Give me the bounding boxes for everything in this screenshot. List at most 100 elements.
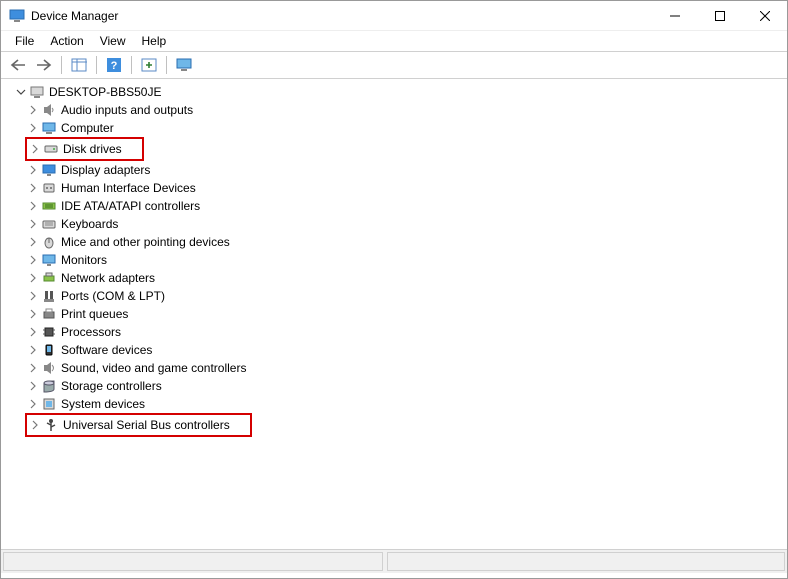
disk-icon <box>43 141 59 157</box>
chevron-right-icon[interactable] <box>25 396 41 412</box>
mouse-icon <box>41 234 57 250</box>
chevron-right-icon[interactable] <box>25 102 41 118</box>
menubar: File Action View Help <box>1 31 787 51</box>
tree-node[interactable]: Audio inputs and outputs <box>25 101 779 119</box>
monitor-icon <box>41 252 57 268</box>
menu-file[interactable]: File <box>7 32 42 50</box>
menu-view[interactable]: View <box>92 32 134 50</box>
speaker-icon <box>41 102 57 118</box>
svg-text:?: ? <box>111 60 118 72</box>
menu-help[interactable]: Help <box>134 32 175 50</box>
tree-node-label: Display adapters <box>61 163 150 177</box>
tree-node[interactable]: Storage controllers <box>25 377 779 395</box>
scan-hardware-button[interactable] <box>137 54 161 76</box>
tree-node-label: Computer <box>61 121 114 135</box>
window-controls <box>652 1 787 30</box>
tree-node[interactable]: Disk drives <box>27 139 122 159</box>
storage-icon <box>41 378 57 394</box>
chevron-right-icon[interactable] <box>25 234 41 250</box>
devmgr-icon <box>9 8 25 24</box>
usb-icon <box>43 417 59 433</box>
help-button[interactable]: ? <box>102 54 126 76</box>
computer-icon <box>41 120 57 136</box>
chevron-right-icon[interactable] <box>25 378 41 394</box>
tree-node[interactable]: Print queues <box>25 305 779 323</box>
tree-node-label: Ports (COM & LPT) <box>61 289 165 303</box>
tree-node[interactable]: IDE ATA/ATAPI controllers <box>25 197 779 215</box>
root-label: DESKTOP-BBS50JE <box>49 85 162 99</box>
device-tree[interactable]: DESKTOP-BBS50JE Audio inputs and outputs… <box>1 79 787 549</box>
sound-icon <box>41 360 57 376</box>
tree-node-label: Print queues <box>61 307 128 321</box>
tree-node[interactable]: Computer <box>25 119 779 137</box>
tree-node[interactable]: Sound, video and game controllers <box>25 359 779 377</box>
tree-node-label: Processors <box>61 325 121 339</box>
tree-node-label: Mice and other pointing devices <box>61 235 230 249</box>
toolbar-sep <box>61 56 62 74</box>
tree-node[interactable]: Display adapters <box>25 161 779 179</box>
port-icon <box>41 288 57 304</box>
tree-node[interactable]: Software devices <box>25 341 779 359</box>
chevron-right-icon[interactable] <box>25 324 41 340</box>
status-cell <box>3 552 383 571</box>
chevron-right-icon[interactable] <box>27 417 43 433</box>
chevron-right-icon[interactable] <box>25 120 41 136</box>
menu-action[interactable]: Action <box>42 32 91 50</box>
tree-node-label: Audio inputs and outputs <box>61 103 193 117</box>
titlebar: Device Manager <box>1 1 787 31</box>
tree-node[interactable]: Mice and other pointing devices <box>25 233 779 251</box>
printer-icon <box>41 306 57 322</box>
chevron-right-icon[interactable] <box>25 306 41 322</box>
maximize-button[interactable] <box>697 1 742 30</box>
close-button[interactable] <box>742 1 787 30</box>
tree-node-label: Software devices <box>61 343 152 357</box>
cpu-icon <box>41 324 57 340</box>
chevron-right-icon[interactable] <box>25 270 41 286</box>
tree-node[interactable]: Processors <box>25 323 779 341</box>
chevron-right-icon[interactable] <box>25 162 41 178</box>
chevron-right-icon[interactable] <box>25 288 41 304</box>
tree-node[interactable]: System devices <box>25 395 779 413</box>
statusbar <box>1 549 787 573</box>
tree-root-node[interactable]: DESKTOP-BBS50JE <box>5 83 779 101</box>
monitor-button[interactable] <box>172 54 196 76</box>
nav-back-button[interactable] <box>6 54 30 76</box>
tree-node-label: Storage controllers <box>61 379 162 393</box>
software-icon <box>41 342 57 358</box>
tree-node[interactable]: Ports (COM & LPT) <box>25 287 779 305</box>
tree-node-label: Keyboards <box>61 217 118 231</box>
nav-forward-button[interactable] <box>32 54 56 76</box>
show-hide-tree-button[interactable] <box>67 54 91 76</box>
minimize-button[interactable] <box>652 1 697 30</box>
system-icon <box>41 396 57 412</box>
tree-node[interactable]: Monitors <box>25 251 779 269</box>
hid-icon <box>41 180 57 196</box>
tree-node-label: Sound, video and game controllers <box>61 361 246 375</box>
chevron-right-icon[interactable] <box>25 360 41 376</box>
chevron-right-icon[interactable] <box>25 216 41 232</box>
display-icon <box>41 162 57 178</box>
chevron-right-icon[interactable] <box>25 342 41 358</box>
chevron-right-icon[interactable] <box>25 180 41 196</box>
tree-node[interactable]: Universal Serial Bus controllers <box>27 415 230 435</box>
network-icon <box>41 270 57 286</box>
tree-node-label: Human Interface Devices <box>61 181 196 195</box>
tree-node-label: Disk drives <box>63 142 122 156</box>
toolbar-sep <box>166 56 167 74</box>
chevron-down-icon[interactable] <box>13 84 29 100</box>
chevron-right-icon[interactable] <box>25 252 41 268</box>
chevron-right-icon[interactable] <box>27 141 43 157</box>
tree-node-label: IDE ATA/ATAPI controllers <box>61 199 200 213</box>
keyboard-icon <box>41 216 57 232</box>
toolbar-sep <box>96 56 97 74</box>
computer-icon <box>29 84 45 100</box>
toolbar: ? <box>1 51 787 79</box>
tree-node-label: Network adapters <box>61 271 155 285</box>
chevron-right-icon[interactable] <box>25 198 41 214</box>
status-cell <box>387 552 785 571</box>
tree-node[interactable]: Network adapters <box>25 269 779 287</box>
toolbar-sep <box>131 56 132 74</box>
tree-node-label: Universal Serial Bus controllers <box>63 418 230 432</box>
tree-node[interactable]: Human Interface Devices <box>25 179 779 197</box>
tree-node[interactable]: Keyboards <box>25 215 779 233</box>
